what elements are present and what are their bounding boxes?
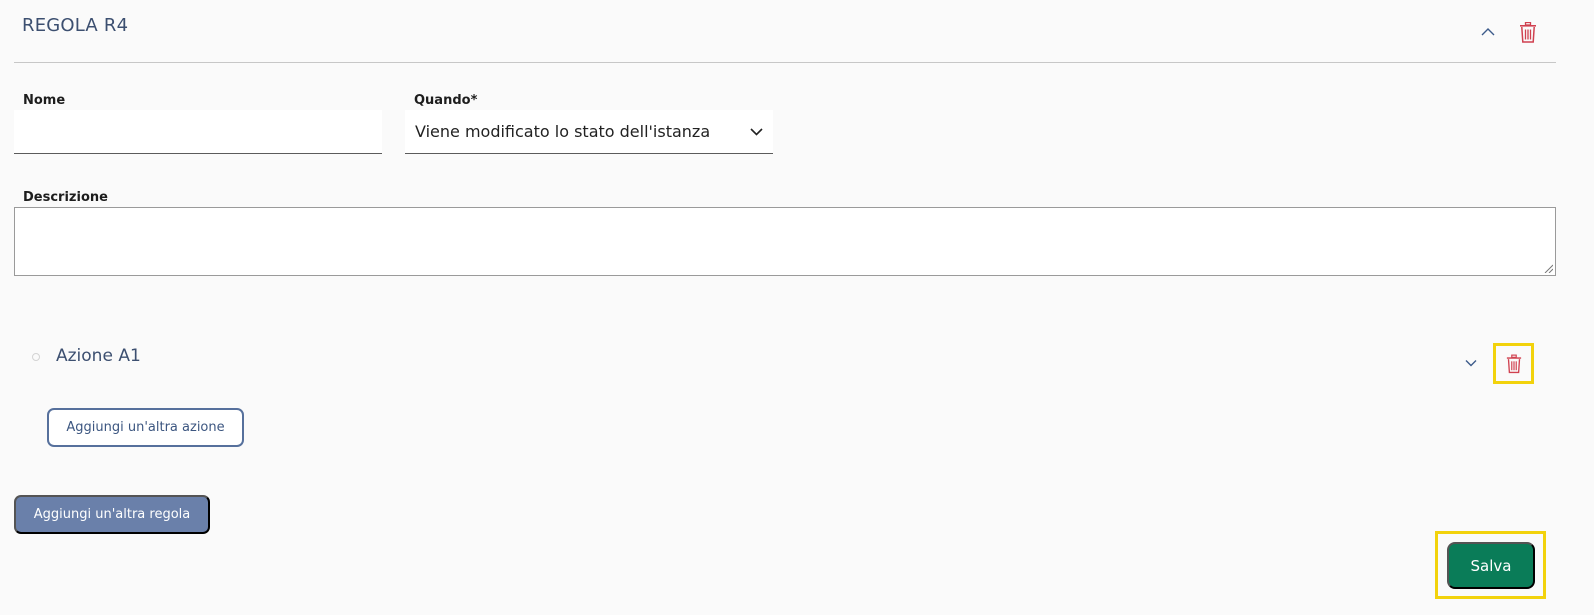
description-textarea[interactable]	[14, 207, 1556, 276]
when-select[interactable]: Viene modificato lo stato dell'istanza	[405, 110, 773, 154]
action-bullet	[32, 353, 40, 361]
chevron-down-icon	[1465, 360, 1477, 367]
rule-delete-button[interactable]	[1516, 19, 1540, 45]
name-input[interactable]	[14, 110, 382, 154]
action-expand-button[interactable]	[1460, 352, 1482, 374]
action-delete-button[interactable]	[1493, 343, 1534, 384]
add-rule-button[interactable]: Aggiungi un'altra regola	[14, 495, 210, 534]
header-divider	[14, 62, 1556, 63]
rule-collapse-button[interactable]	[1477, 20, 1499, 42]
chevron-down-icon	[750, 127, 763, 136]
save-button[interactable]: Salva	[1447, 542, 1535, 589]
rule-title: REGOLA R4	[22, 15, 129, 36]
when-select-value: Viene modificato lo stato dell'istanza	[415, 122, 711, 141]
trash-icon	[1520, 21, 1536, 43]
resize-grip-icon[interactable]	[1543, 263, 1553, 273]
add-action-button[interactable]: Aggiungi un'altra azione	[47, 408, 244, 447]
chevron-up-icon	[1481, 27, 1495, 35]
name-label: Nome	[23, 93, 66, 108]
description-label: Descrizione	[23, 190, 108, 205]
when-label: Quando*	[414, 93, 478, 108]
trash-icon	[1506, 354, 1521, 373]
action-title: Azione A1	[56, 346, 141, 366]
